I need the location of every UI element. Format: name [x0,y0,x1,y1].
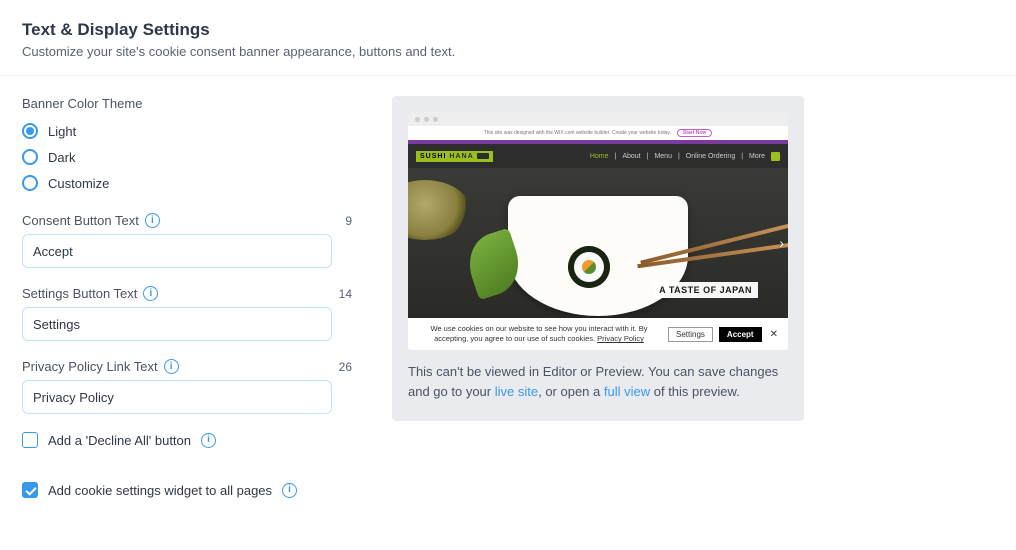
radio-icon [22,123,38,139]
settings-btn-field: Settings Button Text i 14 [22,286,352,341]
page-subtitle: Customize your site's cookie consent ban… [22,44,994,59]
privacy-input[interactable] [22,380,332,414]
consent-count: 9 [345,214,352,228]
widget-row: Add cookie settings widget to all pages … [22,482,352,498]
site-logo: SUSHIHANA [416,151,493,162]
settings-btn-count: 14 [339,287,352,301]
dot-icon [415,117,420,122]
privacy-field: Privacy Policy Link Text i 26 [22,359,352,414]
hero-image: A TASTE OF JAPAN › [408,168,788,318]
info-icon[interactable]: i [164,359,179,374]
nav-links: Home | About | Menu | Online Ordering | … [590,152,780,161]
privacy-count: 26 [339,360,352,374]
theme-option-dark[interactable]: Dark [22,149,352,165]
widget-checkbox[interactable] [22,482,38,498]
chopsticks-icon [477,153,489,159]
cookie-text: We use cookies on our website to see how… [416,324,662,344]
radio-icon [22,175,38,191]
close-icon: ✕ [768,329,780,340]
consent-input[interactable] [22,234,332,268]
nav-more: More [749,153,765,160]
consent-label: Consent Button Text [22,213,139,228]
theme-option-light[interactable]: Light [22,123,352,139]
decline-label: Add a 'Decline All' button [48,433,191,448]
page-title: Text & Display Settings [22,20,994,40]
dot-icon [433,117,438,122]
bowl-graphic [408,180,470,240]
theme-option-label: Dark [48,150,75,165]
preview-panel: This site was designed with the WIX.com … [392,96,804,421]
settings-form: Banner Color Theme Light Dark Customize … [22,96,352,498]
cart-icon [771,152,780,161]
live-site-link[interactable]: live site [495,384,538,399]
nav-menu: Menu [654,153,672,160]
info-icon[interactable]: i [143,286,158,301]
carousel-next-icon: › [779,235,784,251]
info-icon[interactable]: i [145,213,160,228]
nav-about: About [622,153,640,160]
sushi-graphic [568,246,610,288]
hero-tagline: A TASTE OF JAPAN [653,282,758,298]
theme-option-customize[interactable]: Customize [22,175,352,191]
settings-btn-label: Settings Button Text [22,286,137,301]
radio-icon [22,149,38,165]
consent-field: Consent Button Text i 9 [22,213,352,268]
decline-row: Add a 'Decline All' button i [22,432,352,448]
info-icon[interactable]: i [201,433,216,448]
site-nav: SUSHIHANA Home | About | Menu | Online O… [408,144,788,168]
settings-btn-input[interactable] [22,307,332,341]
preview-note: This can't be viewed in Editor or Previe… [408,362,788,401]
cookie-banner: We use cookies on our website to see how… [408,318,788,350]
theme-radio-group: Light Dark Customize [22,123,352,191]
widget-label: Add cookie settings widget to all pages [48,483,272,498]
wix-ad-strip: This site was designed with the WIX.com … [408,126,788,140]
cookie-privacy-link: Privacy Policy [597,334,644,343]
logo-text-a: SUSHI [420,153,446,160]
nav-order: Online Ordering [686,153,735,160]
preview-browser: This site was designed with the WIX.com … [408,112,788,350]
browser-traffic-lights [408,112,788,126]
theme-option-label: Customize [48,176,109,191]
full-view-link[interactable]: full view [604,384,650,399]
privacy-label: Privacy Policy Link Text [22,359,158,374]
dot-icon [424,117,429,122]
info-icon[interactable]: i [282,483,297,498]
wix-ad-text: This site was designed with the WIX.com … [484,130,671,136]
wix-ad-button: Start Now [677,129,712,137]
cookie-settings-button: Settings [668,327,713,342]
cookie-accept-button: Accept [719,327,762,342]
logo-text-b: HANA [449,153,473,160]
theme-label: Banner Color Theme [22,96,352,111]
theme-option-label: Light [48,124,76,139]
nav-home: Home [590,153,609,160]
decline-checkbox[interactable] [22,432,38,448]
page-header: Text & Display Settings Customize your s… [0,0,1016,76]
